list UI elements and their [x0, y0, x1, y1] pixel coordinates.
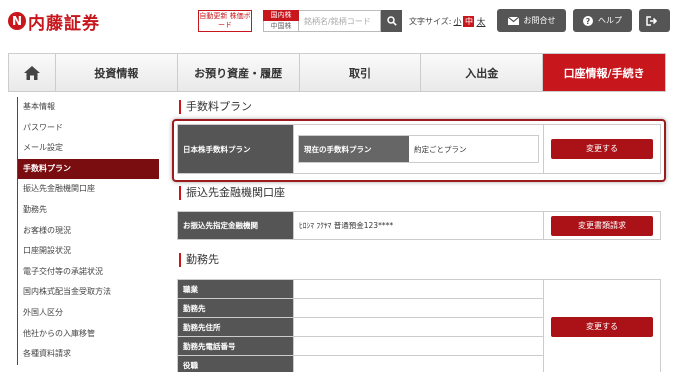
fee-plan-current-cell: 現在の手数料プラン 約定ごとプラン [293, 124, 544, 174]
fee-plan-table: 日本株手数料プラン 現在の手数料プラン 約定ごとプラン 変更する [177, 124, 661, 174]
font-size-label: 文字サイズ: [409, 17, 452, 26]
logo-text: 内藤証券 [28, 13, 100, 34]
header: N 内藤証券 自動更新 株価ボード 国内株 中国株 文字サイズ: 小 中 太 お… [0, 0, 680, 44]
bank-row-label: お振込先指定金融機関 [177, 211, 294, 240]
search-icon [386, 16, 397, 26]
logo[interactable]: N 内藤証券 [8, 9, 100, 34]
sidebar-item-mail-settings[interactable]: メール設定 [18, 138, 159, 159]
sidebar-item-password[interactable]: パスワード [18, 118, 159, 139]
svg-text:?: ? [586, 17, 591, 26]
sidebar-item-transfer-in[interactable]: 他社からの入庫移管 [18, 324, 159, 345]
work-change-button[interactable]: 変更する [551, 317, 653, 337]
help-label: ヘルプ [598, 16, 622, 25]
sidebar: 基本情報 パスワード メール設定 手数料プラン 振込先金融機関口座 勤務先 お客… [17, 97, 159, 365]
work-value-phone [293, 336, 544, 356]
sidebar-item-customer-status[interactable]: お客様の現況 [18, 221, 159, 242]
contact-label: お問合せ [523, 16, 556, 25]
work-label-company: 勤務先 [177, 298, 294, 318]
font-size-control: 文字サイズ: 小 中 太 [409, 15, 485, 28]
logout-icon [646, 15, 658, 26]
work-value-occupation [293, 279, 544, 299]
work-table: 職業 変更する 勤務先 勤務先住所 勤務先電話番号 役職 [177, 279, 661, 372]
work-value-company [293, 298, 544, 318]
market-selector[interactable]: 国内株 中国株 [263, 10, 299, 32]
search-button[interactable] [381, 10, 402, 32]
current-plan-label: 現在の手数料プラン [299, 136, 409, 162]
fee-plan-title: 手数料プラン [179, 100, 252, 114]
sidebar-item-e-delivery[interactable]: 電子交付等の承諾状況 [18, 262, 159, 283]
sidebar-item-basic-info[interactable]: 基本情報 [18, 97, 159, 118]
search-input[interactable] [299, 10, 381, 32]
sidebar-item-account-opening[interactable]: 口座開設状況 [18, 241, 159, 262]
market-china[interactable]: 中国株 [263, 21, 299, 32]
sidebar-item-document-request[interactable]: 各種資料請求 [18, 344, 159, 365]
logo-mark-icon: N [8, 12, 26, 30]
fee-plan-action-cell: 変更する [543, 124, 661, 174]
nav-deposit-withdrawal[interactable]: 入出金 [421, 54, 544, 91]
fee-plan-row-label: 日本株手数料プラン [177, 124, 294, 174]
bank-value: ﾋﾛｼﾏ ﾌｸﾔﾏ 普通預金123**** [293, 211, 544, 240]
sidebar-item-workplace[interactable]: 勤務先 [18, 200, 159, 221]
auto-update-board-button[interactable]: 自動更新 株価ボード [198, 10, 252, 32]
font-size-medium[interactable]: 中 [463, 16, 475, 27]
work-label-position: 役職 [177, 355, 294, 372]
home-icon [23, 65, 40, 80]
font-size-large[interactable]: 太 [476, 15, 485, 28]
main-nav: 投資情報 お預り資産・履歴 取引 入出金 口座情報/手続き [8, 53, 666, 92]
market-domestic[interactable]: 国内株 [263, 10, 299, 21]
sidebar-item-foreigner-class[interactable]: 外国人区分 [18, 303, 159, 324]
logout-button[interactable] [639, 9, 670, 32]
nav-assets-history[interactable]: お預り資産・履歴 [177, 54, 300, 91]
help-button[interactable]: ? ヘルプ [573, 9, 632, 32]
contact-button[interactable]: お問合せ [497, 9, 566, 32]
work-value-position [293, 355, 544, 372]
work-label-phone: 勤務先電話番号 [177, 336, 294, 356]
bank-request-button[interactable]: 変更書類請求 [551, 215, 653, 236]
fee-plan-change-button[interactable]: 変更する [551, 139, 653, 159]
mail-icon [507, 16, 519, 25]
work-action-cell: 変更する [543, 279, 661, 372]
current-plan-value: 約定ごとプラン [414, 145, 467, 154]
nav-trade[interactable]: 取引 [299, 54, 422, 91]
sidebar-item-dividend-method[interactable]: 国内株式配当金受取方法 [18, 282, 159, 303]
bank-table: お振込先指定金融機関 ﾋﾛｼﾏ ﾌｸﾔﾏ 普通預金123**** 変更書類請求 [177, 211, 661, 240]
font-size-small[interactable]: 小 [453, 16, 461, 27]
work-title: 勤務先 [179, 253, 219, 267]
sidebar-item-fee-plan[interactable]: 手数料プラン [18, 158, 159, 180]
bank-title: 振込先金融機関口座 [179, 186, 285, 200]
nav-account-info[interactable]: 口座情報/手続き [543, 54, 665, 91]
nav-home[interactable] [9, 54, 56, 91]
work-label-address: 勤務先住所 [177, 317, 294, 337]
bank-action-cell: 変更書類請求 [543, 211, 661, 240]
sidebar-item-bank-account[interactable]: 振込先金融機関口座 [18, 179, 159, 200]
nav-investment-info[interactable]: 投資情報 [55, 54, 178, 91]
work-label-occupation: 職業 [177, 279, 294, 299]
help-icon: ? [583, 15, 593, 26]
work-value-address [293, 317, 544, 337]
